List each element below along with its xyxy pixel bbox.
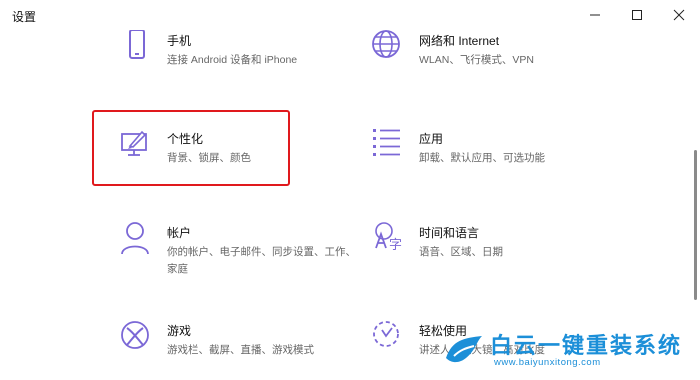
tile-name: 时间和语言 [419,226,480,240]
account-icon [120,222,156,258]
tile-apps[interactable]: 应用 卸载、默认应用、可选功能 [372,128,672,188]
tile-desc: 语音、区域、日期 [419,246,503,258]
title-bar: 设置 [0,0,700,32]
watermark: 白云一键重装系统 www.baiyunxitong.com [442,326,692,376]
scrollbar[interactable] [694,150,697,300]
time-language-icon: 字 [372,222,408,258]
close-icon [673,9,685,21]
xbox-icon [120,320,156,356]
tile-name: 网络和 Internet [419,34,500,48]
tile-name: 应用 [419,132,444,146]
svg-text:字: 字 [389,238,402,253]
tile-desc: 连接 Android 设备和 iPhone [167,54,298,66]
tile-name: 帐户 [167,226,192,240]
tile-desc: 背景、锁屏、颜色 [167,152,251,164]
close-button[interactable] [656,0,700,30]
personalization-icon [120,128,156,164]
tile-desc: WLAN、飞行模式、VPN [419,54,534,66]
bird-logo-icon [442,332,486,368]
tile-network[interactable]: 网络和 Internet WLAN、飞行模式、VPN [372,30,672,90]
globe-icon [372,30,408,66]
minimize-button[interactable] [572,0,618,30]
minimize-icon [590,14,600,16]
tile-desc: 你的帐户、电子邮件、同步设置、工作、家庭 [167,246,356,275]
apps-list-icon [372,128,408,164]
tile-name: 手机 [167,34,192,48]
tile-desc: 游戏栏、截屏、直播、游戏模式 [167,344,314,356]
tile-name: 个性化 [167,132,204,146]
window-title: 设置 [12,10,37,24]
maximize-button[interactable] [614,0,660,30]
watermark-url: www.baiyunxitong.com [494,357,601,368]
tile-desc: 卸载、默认应用、可选功能 [419,152,545,164]
phone-icon [120,29,156,66]
maximize-icon [632,10,642,20]
ease-of-access-icon [372,320,408,356]
tile-name: 游戏 [167,324,192,338]
tile-time-language[interactable]: 字 时间和语言 语音、区域、日期 [372,222,672,282]
watermark-text: 白云一键重装系统 [490,333,683,358]
